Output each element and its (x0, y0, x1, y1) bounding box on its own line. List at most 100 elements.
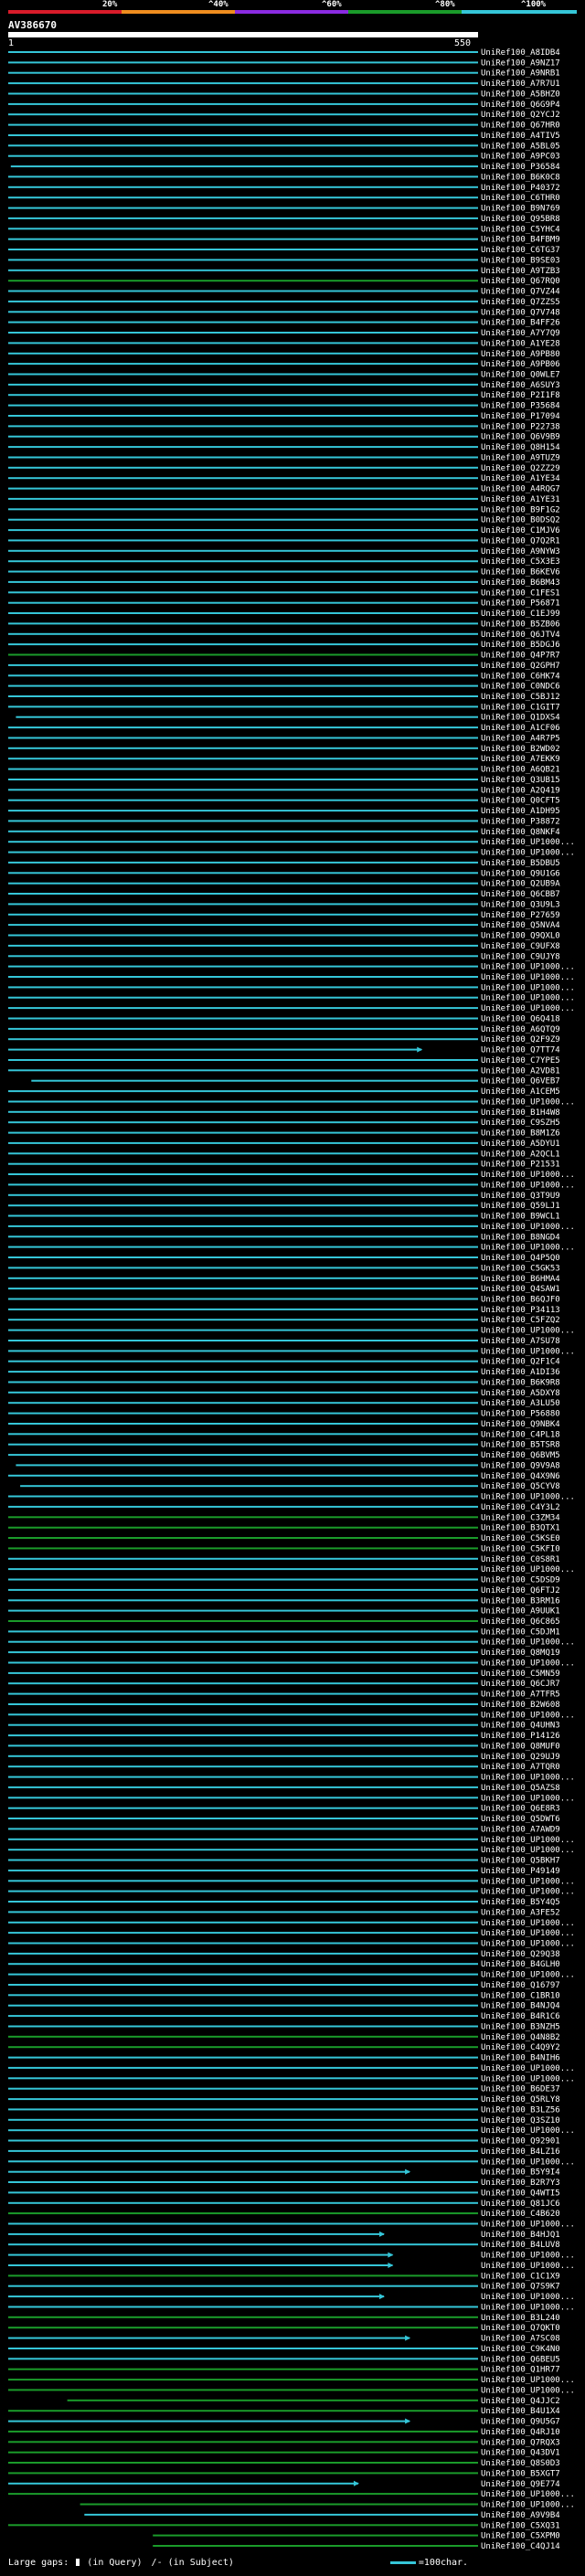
hit-label[interactable]: UniRef100_UP1000... (481, 2221, 575, 2230)
hit-label[interactable]: UniRef100_UP1000... (481, 1493, 575, 1502)
hit-label[interactable]: UniRef100_B6BM43 (481, 578, 560, 588)
hit-label[interactable]: UniRef100_UP1000... (481, 1004, 575, 1013)
hit-label[interactable]: UniRef100_Q7S9K7 (481, 2283, 560, 2292)
hit-label[interactable]: UniRef100_UP1000... (481, 838, 575, 847)
hit-label[interactable]: UniRef100_UP1000... (481, 1171, 575, 1180)
hit-label[interactable]: UniRef100_C6THR0 (481, 194, 560, 203)
hit-label[interactable]: UniRef100_P2I1F8 (481, 391, 560, 400)
hit-label[interactable]: UniRef100_Q3UB15 (481, 776, 560, 785)
hit-label[interactable]: UniRef100_Q1HR77 (481, 2366, 560, 2375)
hit-label[interactable]: UniRef100_B9F1G2 (481, 505, 560, 514)
hit-label[interactable]: UniRef100_C5YHC4 (481, 225, 560, 234)
hit-label[interactable]: UniRef100_B3LZ56 (481, 2105, 560, 2115)
hit-label[interactable]: UniRef100_Q7VZ44 (481, 288, 560, 297)
hit-label[interactable]: UniRef100_P35684 (481, 402, 560, 411)
hit-label[interactable]: UniRef100_C0NDC6 (481, 683, 560, 692)
hit-label[interactable]: UniRef100_Q9U5G7 (481, 2418, 560, 2427)
hit-label[interactable]: UniRef100_Q7V748 (481, 308, 560, 317)
hit-label[interactable]: UniRef100_C9K4N0 (481, 2345, 560, 2354)
hit-label[interactable]: UniRef100_P49149 (481, 1867, 560, 1876)
hit-label[interactable]: UniRef100_C1MJV6 (481, 526, 560, 535)
hit-label[interactable]: UniRef100_Q4UHN3 (481, 1722, 560, 1731)
hit-label[interactable]: UniRef100_B6KEV6 (481, 568, 560, 578)
hit-label[interactable]: UniRef100_A5BL05 (481, 142, 560, 151)
hit-label[interactable]: UniRef100_UP1000... (481, 2304, 575, 2313)
hit-label[interactable]: UniRef100_P27659 (481, 911, 560, 920)
hit-label[interactable]: UniRef100_C1BR10 (481, 1991, 560, 2000)
hit-label[interactable]: UniRef100_Q6G9P4 (481, 101, 560, 110)
hit-label[interactable]: UniRef100_Q9E774 (481, 2480, 560, 2489)
hit-label[interactable]: UniRef100_C4PL18 (481, 1430, 560, 1439)
hit-label[interactable]: UniRef100_Q29UJ9 (481, 1753, 560, 1762)
hit-label[interactable]: UniRef100_Q59LJ1 (481, 1202, 560, 1211)
hit-label[interactable]: UniRef100_C4B620 (481, 2210, 560, 2219)
hit-label[interactable]: UniRef100_Q8MUF0 (481, 1742, 560, 1751)
hit-label[interactable]: UniRef100_UP1000... (481, 1181, 575, 1190)
hit-label[interactable]: UniRef100_A5DXY8 (481, 1389, 560, 1398)
hit-label[interactable]: UniRef100_UP1000... (481, 2293, 575, 2302)
hit-label[interactable]: UniRef100_B3NZH5 (481, 2023, 560, 2032)
hit-label[interactable]: UniRef100_C1GIT7 (481, 703, 560, 712)
hit-label[interactable]: UniRef100_UP1000... (481, 2386, 575, 2395)
hit-label[interactable]: UniRef100_B5ZB06 (481, 620, 560, 629)
hit-label[interactable]: UniRef100_A5DYU1 (481, 1140, 560, 1149)
hit-label[interactable]: UniRef100_C0S8R1 (481, 1555, 560, 1564)
hit-label[interactable]: UniRef100_A5BHZ0 (481, 90, 560, 100)
hit-label[interactable]: UniRef100_Q7ZZS5 (481, 298, 560, 307)
hit-label[interactable]: UniRef100_C5DSD9 (481, 1576, 560, 1585)
hit-label[interactable]: UniRef100_Q3SZ10 (481, 2116, 560, 2125)
hit-label[interactable]: UniRef100_Q1DXS4 (481, 714, 560, 723)
hit-label[interactable]: UniRef100_B6K0C8 (481, 173, 560, 182)
hit-label[interactable]: UniRef100_UP1000... (481, 1836, 575, 1845)
hit-label[interactable]: UniRef100_UP1000... (481, 1888, 575, 1897)
hit-label[interactable]: UniRef100_UP1000... (481, 2252, 575, 2261)
hit-label[interactable]: UniRef100_Q8S0D3 (481, 2459, 560, 2468)
hit-label[interactable]: UniRef100_UP1000... (481, 994, 575, 1003)
hit-label[interactable]: UniRef100_Q4P7R7 (481, 652, 560, 661)
hit-label[interactable]: UniRef100_UP1000... (481, 983, 575, 992)
hit-label[interactable]: UniRef100_B4HJQ1 (481, 2231, 560, 2240)
hit-label[interactable]: UniRef100_C6TG37 (481, 246, 560, 255)
hit-label[interactable]: UniRef100_C9UFX8 (481, 942, 560, 951)
hit-label[interactable]: UniRef100_B6QJF0 (481, 1296, 560, 1305)
hit-label[interactable]: UniRef100_A9NZ17 (481, 58, 560, 68)
hit-label[interactable]: UniRef100_Q6JTV4 (481, 631, 560, 640)
hit-label[interactable]: UniRef100_UP1000... (481, 1846, 575, 1855)
hit-label[interactable]: UniRef100_Q0WLE7 (481, 371, 560, 380)
hit-label[interactable]: UniRef100_A6QB21 (481, 766, 560, 775)
hit-label[interactable]: UniRef100_P22738 (481, 422, 560, 431)
hit-label[interactable]: UniRef100_A7EKK9 (481, 755, 560, 764)
hit-label[interactable]: UniRef100_UP1000... (481, 1877, 575, 1886)
hit-label[interactable]: UniRef100_Q92901 (481, 2137, 560, 2147)
hit-label[interactable]: UniRef100_Q6Q418 (481, 1015, 560, 1024)
hit-label[interactable]: UniRef100_A3LU50 (481, 1399, 560, 1408)
hit-label[interactable]: UniRef100_A9TZB3 (481, 267, 560, 276)
hit-label[interactable]: UniRef100_A1YE34 (481, 474, 560, 483)
hit-label[interactable]: UniRef100_A6QTQ9 (481, 1025, 560, 1034)
hit-label[interactable]: UniRef100_B3RM16 (481, 1596, 560, 1606)
hit-label[interactable]: UniRef100_C5MN59 (481, 1670, 560, 1679)
hit-label[interactable]: UniRef100_Q5DWT6 (481, 1815, 560, 1824)
hit-label[interactable]: UniRef100_B4R1C6 (481, 2012, 560, 2021)
hit-label[interactable]: UniRef100_B4NJQ4 (481, 2002, 560, 2011)
hit-label[interactable]: UniRef100_A1DI36 (481, 1368, 560, 1377)
hit-label[interactable]: UniRef100_A1DH95 (481, 807, 560, 816)
hit-label[interactable]: UniRef100_C4QJ14 (481, 2542, 560, 2551)
hit-label[interactable]: UniRef100_Q4X9N6 (481, 1472, 560, 1481)
hit-label[interactable]: UniRef100_A3FE52 (481, 1908, 560, 1917)
hit-label[interactable]: UniRef100_C5X3E3 (481, 557, 560, 567)
hit-label[interactable]: UniRef100_A9UUK1 (481, 1607, 560, 1617)
hit-label[interactable]: UniRef100_UP1000... (481, 2157, 575, 2167)
hit-label[interactable]: UniRef100_P36584 (481, 163, 560, 172)
hit-label[interactable]: UniRef100_A1YE28 (481, 339, 560, 348)
hit-label[interactable]: UniRef100_UP1000... (481, 1223, 575, 1232)
hit-label[interactable]: UniRef100_B9WCL1 (481, 1213, 560, 1222)
hit-label[interactable]: UniRef100_Q9V9A8 (481, 1461, 560, 1470)
hit-label[interactable]: UniRef100_UP1000... (481, 2501, 575, 2510)
hit-label[interactable]: UniRef100_Q6CBB7 (481, 890, 560, 899)
hit-label[interactable]: UniRef100_B4FBM9 (481, 236, 560, 245)
hit-label[interactable]: UniRef100_Q8H154 (481, 443, 560, 452)
hit-label[interactable]: UniRef100_Q2ZZ29 (481, 464, 560, 473)
hit-label[interactable]: UniRef100_UP1000... (481, 1347, 575, 1356)
hit-label[interactable]: UniRef100_B4LUV8 (481, 2241, 560, 2250)
